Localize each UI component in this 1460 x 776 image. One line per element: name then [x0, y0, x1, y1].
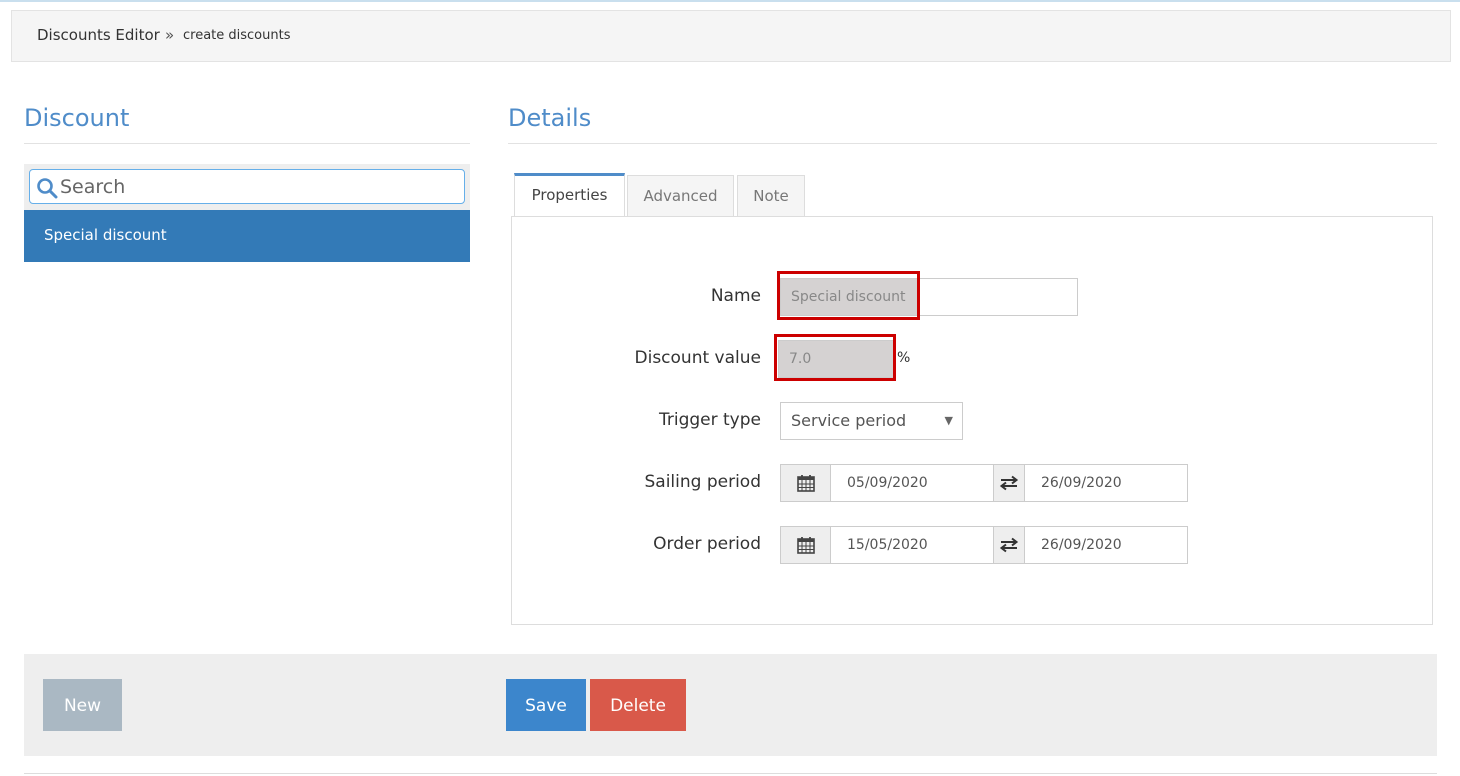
trigger-type-select[interactable]: Service period ▼	[780, 402, 963, 440]
search-container	[24, 164, 470, 210]
action-bar	[24, 654, 1437, 756]
tab-note[interactable]: Note	[737, 175, 805, 217]
caret-down-icon: ▼	[944, 414, 953, 427]
breadcrumb: Discounts Editor » create discounts	[11, 10, 1451, 62]
tab-advanced[interactable]: Advanced	[627, 175, 734, 217]
details-section-title: Details	[508, 104, 592, 132]
trigger-type-label: Trigger type	[658, 410, 761, 430]
sailing-calendar-button[interactable]	[780, 464, 831, 502]
sailing-to-input[interactable]: 26/09/2020	[1024, 464, 1188, 502]
sailing-swap-button[interactable]	[993, 464, 1025, 502]
order-from-input[interactable]: 15/05/2020	[830, 526, 994, 564]
sailing-from-input[interactable]: 05/09/2020	[830, 464, 994, 502]
bottom-divider	[24, 773, 1437, 774]
list-item-special-discount[interactable]: Special discount	[24, 210, 470, 262]
percent-unit: %	[897, 350, 911, 366]
order-period-label: Order period	[653, 534, 761, 554]
sailing-period-label: Sailing period	[644, 472, 761, 492]
discount-value-label: Discount value	[634, 348, 761, 368]
name-highlight-box	[777, 271, 920, 320]
search-box[interactable]	[29, 169, 465, 204]
discount-value-highlight-box	[774, 334, 896, 381]
swap-arrows-icon	[999, 537, 1019, 553]
calendar-icon	[796, 537, 815, 554]
order-calendar-button[interactable]	[780, 526, 831, 564]
search-input[interactable]	[60, 173, 456, 200]
new-button[interactable]: New	[43, 679, 122, 731]
discount-section-title: Discount	[24, 104, 130, 132]
name-label: Name	[710, 286, 761, 306]
delete-button[interactable]: Delete	[590, 679, 686, 731]
top-accent-line	[0, 0, 1460, 2]
breadcrumb-root[interactable]: Discounts Editor	[37, 26, 160, 44]
trigger-type-value: Service period	[791, 411, 907, 430]
swap-arrows-icon	[999, 475, 1019, 491]
discount-section-divider	[24, 143, 470, 144]
order-to-input[interactable]: 26/09/2020	[1024, 526, 1188, 564]
breadcrumb-current: create discounts	[183, 28, 291, 43]
calendar-icon	[796, 475, 815, 492]
search-icon	[37, 178, 58, 199]
save-button[interactable]: Save	[506, 679, 586, 731]
order-swap-button[interactable]	[993, 526, 1025, 564]
tab-properties[interactable]: Properties	[514, 173, 625, 216]
breadcrumb-separator: »	[165, 26, 175, 44]
details-section-divider	[508, 143, 1437, 144]
